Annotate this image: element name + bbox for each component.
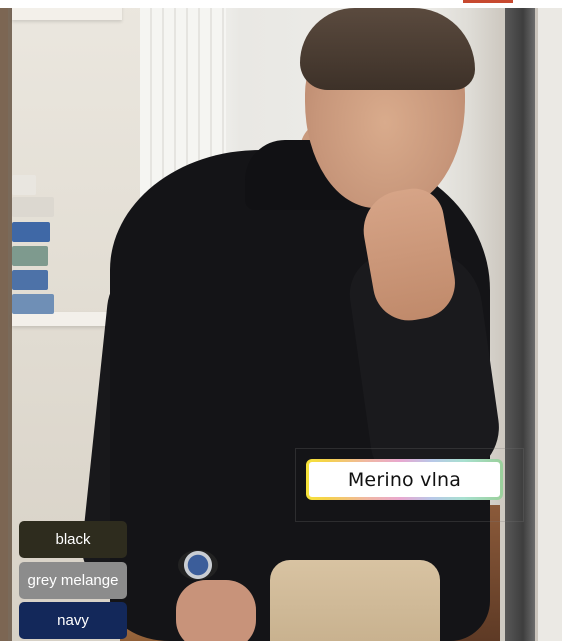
- material-badge: Merino vlna: [306, 459, 503, 500]
- material-badge-label: Merino vlna: [309, 462, 500, 497]
- color-swatch-black[interactable]: black: [19, 521, 127, 558]
- book: [12, 197, 54, 217]
- window-post: [538, 0, 562, 641]
- book: [12, 175, 36, 195]
- wristwatch: [178, 550, 218, 580]
- lower-hand: [176, 580, 256, 641]
- top-gap: [513, 0, 516, 8]
- book: [12, 222, 50, 242]
- trousers: [270, 560, 440, 641]
- window-frame: [505, 0, 535, 641]
- top-accent-bar: [463, 0, 513, 3]
- hair: [300, 8, 475, 90]
- book: [12, 294, 54, 314]
- left-edge: [0, 8, 8, 641]
- book: [12, 246, 48, 266]
- book: [12, 270, 48, 290]
- color-swatch-navy[interactable]: navy: [19, 602, 127, 639]
- color-swatch-grey-melange[interactable]: grey melange: [19, 562, 127, 599]
